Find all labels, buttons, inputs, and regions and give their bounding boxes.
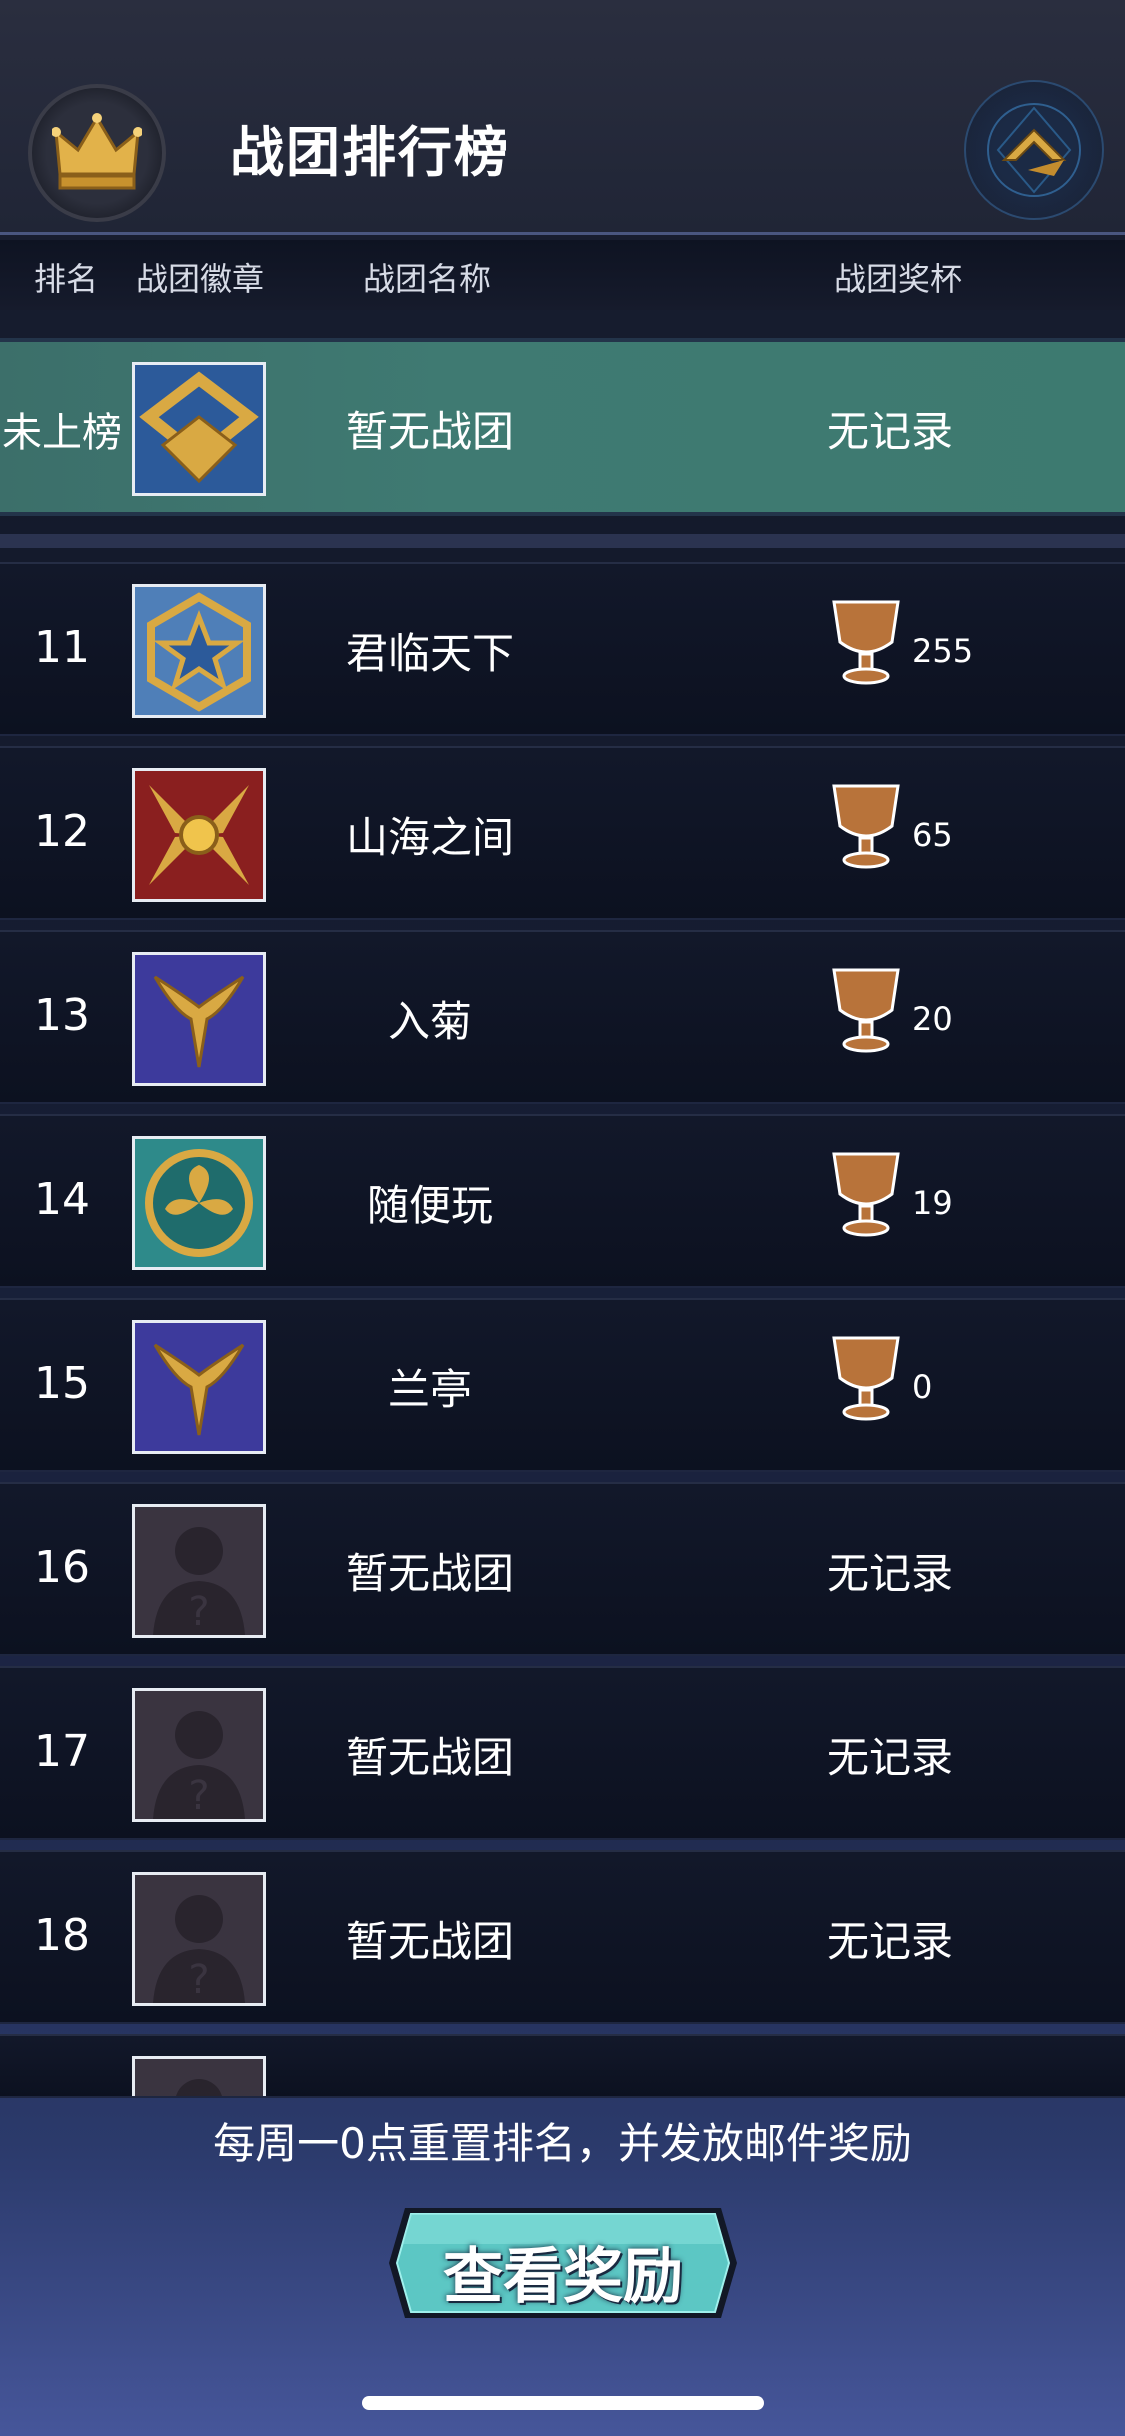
- chevron-shield-emblem-icon: [135, 365, 263, 493]
- trophy-count: 255: [912, 632, 974, 670]
- column-badge: 战团徽章: [136, 260, 265, 298]
- rank-number: 11: [34, 622, 90, 673]
- table-row[interactable]: 11 君临天下 255: [0, 562, 1125, 736]
- clan-name: 兰亭: [387, 1365, 472, 1414]
- trophy-cup-icon: [832, 1336, 900, 1421]
- clan-badge: [132, 2056, 266, 2096]
- trophy-cup-icon: [832, 1152, 900, 1237]
- rank-number: 14: [34, 1174, 90, 1225]
- column-name: 战团名称: [363, 260, 492, 298]
- table-row[interactable]: 17 ? 暂无战团 无记录: [0, 1666, 1125, 1840]
- table-row[interactable]: 18 ? 暂无战团 无记录: [0, 1850, 1125, 2024]
- clan-badge: [132, 584, 266, 718]
- trophy-cup-icon: [832, 600, 900, 685]
- placeholder-avatar-icon: ?: [135, 1875, 263, 2003]
- rank-number: 16: [34, 1542, 90, 1593]
- my-clan-badge: [132, 362, 266, 496]
- clan-name: 入菊: [387, 997, 472, 1046]
- sun-blades-emblem-icon: [135, 771, 263, 899]
- header-bar: 战团排行榜: [0, 0, 1125, 235]
- clan-badge: [132, 768, 266, 902]
- column-rank: 排名: [34, 260, 99, 298]
- leaf-circle-emblem-icon: [135, 1139, 263, 1267]
- svg-text:?: ?: [188, 1773, 209, 1819]
- view-rewards-button[interactable]: 查看奖励: [385, 2204, 741, 2322]
- clan-badge: ?: [132, 1504, 266, 1638]
- rank-number: 15: [34, 1358, 90, 1409]
- crown-button[interactable]: [28, 84, 166, 222]
- trophy-cell: 19: [780, 1148, 980, 1258]
- view-rewards-label: 查看奖励: [443, 2242, 683, 2312]
- clan-name: 君临天下: [345, 629, 514, 678]
- list-divider: [0, 534, 1125, 548]
- trophy-count: 0: [912, 1368, 933, 1406]
- trophy-cell: 65: [780, 780, 980, 890]
- trophy-cell: 255: [780, 596, 980, 706]
- svg-text:?: ?: [188, 1589, 209, 1635]
- table-row[interactable]: 14 随便玩 19: [0, 1114, 1125, 1288]
- svg-text:?: ?: [188, 1957, 209, 2003]
- my-trophy-text: 无记录: [826, 407, 953, 456]
- clan-badge: [132, 1136, 266, 1270]
- trophy-text: 无记录: [826, 1917, 953, 1966]
- clan-badge: ?: [132, 1872, 266, 2006]
- back-button[interactable]: [964, 80, 1104, 220]
- clan-badge: ?: [132, 1688, 266, 1822]
- ram-horns-emblem-icon: [135, 955, 263, 1083]
- clan-name: 随便玩: [366, 1181, 493, 1230]
- rank-number: 18: [34, 1910, 90, 1961]
- trophy-count: 20: [912, 1000, 953, 1038]
- trophy-text: 无记录: [826, 1549, 953, 1598]
- trophy-cell: 0: [780, 1332, 980, 1442]
- clan-badge: [132, 1320, 266, 1454]
- trophy-count: 19: [912, 1184, 953, 1222]
- clan-name: 山海之间: [345, 813, 514, 862]
- trophy-cup-icon: [832, 784, 900, 869]
- table-row[interactable]: 15 兰亭 0: [0, 1298, 1125, 1472]
- ram-horns-emblem-icon: [135, 1323, 263, 1451]
- placeholder-avatar-icon: [135, 2059, 263, 2096]
- my-clan-name: 暂无战团: [345, 407, 514, 456]
- column-header-bar: 排名 战团徽章 战团名称 战团奖杯: [0, 240, 1125, 310]
- home-indicator[interactable]: [362, 2396, 764, 2410]
- clan-name: 暂无战团: [345, 1733, 514, 1782]
- clan-badge: [132, 952, 266, 1086]
- my-rank: 未上榜: [2, 410, 122, 456]
- table-row[interactable]: 13 入菊 20: [0, 930, 1125, 1104]
- placeholder-avatar-icon: ?: [135, 1507, 263, 1635]
- my-clan-row[interactable]: 未上榜 暂无战团 无记录: [0, 338, 1125, 516]
- page-title: 战团排行榜: [230, 121, 510, 184]
- rank-number: 12: [34, 806, 90, 857]
- trophy-cup-icon: [832, 968, 900, 1053]
- star-hex-emblem-icon: [135, 587, 263, 715]
- trophy-cell: 20: [780, 964, 980, 1074]
- clan-name: 暂无战团: [345, 1917, 514, 1966]
- rank-number: 17: [34, 1726, 90, 1777]
- table-row[interactable]: 12 山海之间 65: [0, 746, 1125, 920]
- placeholder-avatar-icon: ?: [135, 1691, 263, 1819]
- table-row-partial[interactable]: [0, 2034, 1125, 2098]
- back-arrow-icon: [987, 103, 1081, 197]
- rank-number: 13: [34, 990, 90, 1041]
- clan-name: 暂无战团: [345, 1549, 514, 1598]
- table-row[interactable]: 16 ? 暂无战团 无记录: [0, 1482, 1125, 1656]
- reset-notice: 每周一0点重置排名，并发放邮件奖励: [213, 2119, 912, 2168]
- trophy-text: 无记录: [826, 1733, 953, 1782]
- crown-icon: [52, 113, 142, 190]
- trophy-count: 65: [912, 816, 953, 854]
- column-trophy: 战团奖杯: [834, 260, 963, 298]
